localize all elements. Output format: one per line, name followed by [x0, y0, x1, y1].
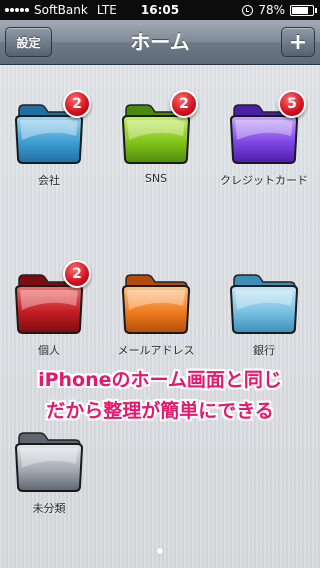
- folder-6[interactable]: 未分類: [13, 428, 85, 515]
- caption-line-2: だから整理が簡単にできる: [46, 400, 274, 422]
- folder-icon: [14, 432, 84, 492]
- folder-0[interactable]: 会社 2: [13, 90, 91, 187]
- page-indicator: [0, 548, 320, 554]
- folder-2[interactable]: クレジットカード 5: [220, 90, 308, 187]
- badge: 5: [278, 90, 306, 118]
- folder-icon: [121, 274, 191, 334]
- folder-label: 未分類: [32, 502, 66, 515]
- battery-icon: [290, 4, 317, 16]
- folder-label: 会社: [38, 174, 60, 187]
- status-bar: SoftBank LTE 16:05 78%: [0, 0, 320, 20]
- caption-line-1: iPhoneのホーム画面と同じ: [38, 369, 282, 391]
- battery-percent: 78%: [258, 3, 285, 17]
- page-title: ホーム: [130, 30, 190, 54]
- folder-label: 個人: [38, 344, 60, 357]
- folder-1[interactable]: SNS 2: [120, 90, 198, 185]
- page-dot: [157, 548, 163, 554]
- navigation-bar: 設定 ホーム +: [0, 20, 320, 65]
- folder-label: メールアドレス: [117, 344, 195, 357]
- folder-4[interactable]: メールアドレス: [118, 270, 195, 357]
- folder-3[interactable]: 個人 2: [13, 260, 91, 357]
- add-button[interactable]: +: [281, 27, 315, 57]
- folder-label: 銀行: [253, 344, 275, 357]
- battery-fill: [292, 6, 308, 14]
- badge: 2: [170, 90, 198, 118]
- folder-5[interactable]: 銀行: [228, 270, 300, 357]
- folder-label: SNS: [144, 172, 168, 185]
- rotation-lock-icon: [242, 4, 254, 16]
- badge: 2: [63, 260, 91, 288]
- folder-label: クレジットカード: [220, 174, 308, 187]
- folder-icon: [229, 274, 299, 334]
- badge: 2: [63, 90, 91, 118]
